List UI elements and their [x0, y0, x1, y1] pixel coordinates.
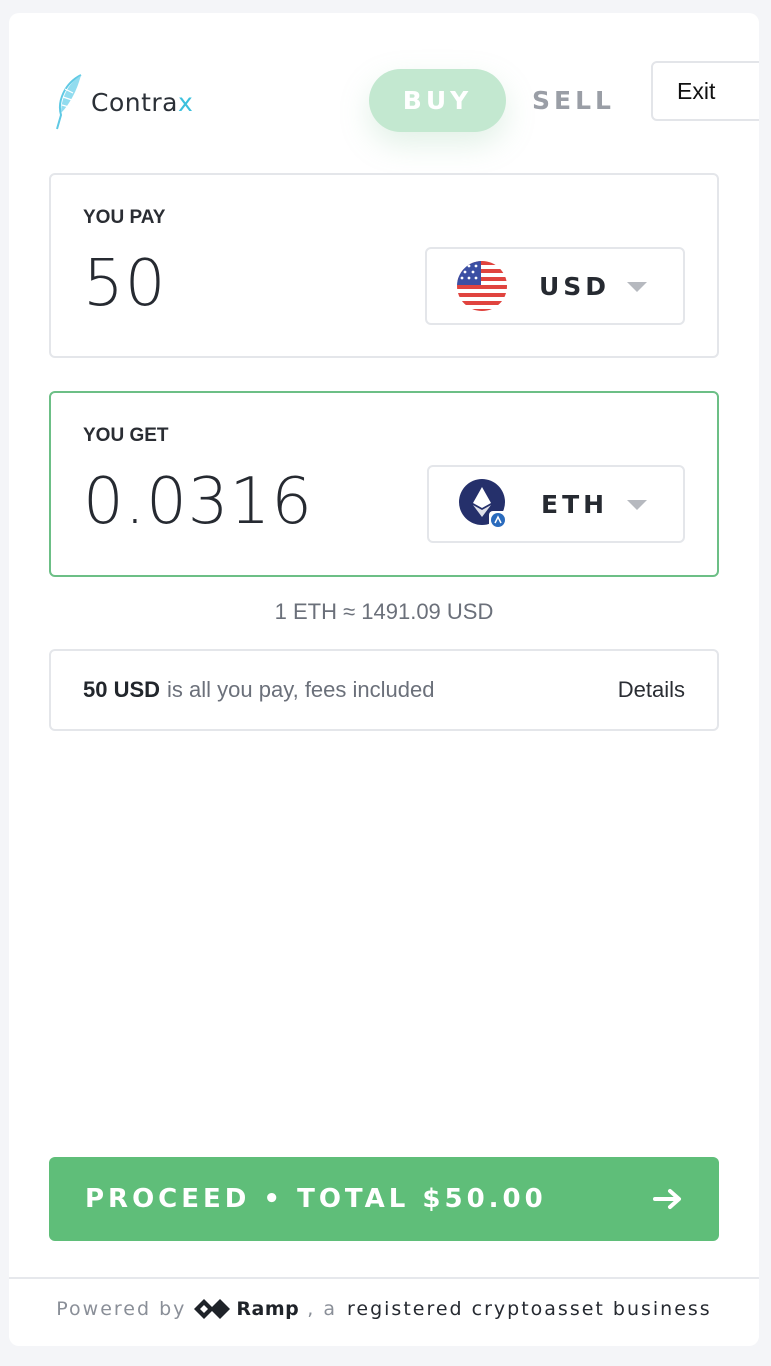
footer-connector: , a — [307, 1298, 337, 1320]
us-flag-icon — [457, 261, 507, 311]
exit-button[interactable]: Exit — [651, 61, 759, 121]
fees-summary: 50 USD is all you pay, fees included Det… — [49, 649, 719, 731]
get-currency-select[interactable]: ETH — [427, 465, 685, 543]
powered-by-text: Powered by — [56, 1298, 187, 1320]
you-get-box: YOU GET ETH — [49, 391, 719, 577]
ramp-brand: Ramp — [236, 1298, 300, 1320]
powered-by-footer: Powered by Ramp , a registered cryptoass… — [9, 1297, 759, 1321]
chevron-down-icon — [627, 282, 647, 292]
fees-description: is all you pay, fees included — [167, 677, 435, 702]
proceed-button[interactable]: PROCEED • TOTAL $50.00 — [49, 1157, 719, 1241]
arrow-right-icon — [653, 1188, 683, 1210]
details-link[interactable]: Details — [618, 677, 685, 703]
ethereum-icon — [459, 479, 509, 529]
get-currency-code: ETH — [541, 489, 609, 519]
pay-currency-code: USD — [539, 271, 611, 301]
pay-currency-select[interactable]: USD — [425, 247, 685, 325]
buy-tab[interactable]: BUY — [369, 69, 506, 132]
proceed-label: PROCEED • TOTAL $50.00 — [85, 1184, 547, 1214]
you-get-label: YOU GET — [83, 425, 169, 446]
contrax-logo: Contrax — [51, 72, 193, 132]
sell-tab[interactable]: SELL — [532, 69, 615, 132]
you-pay-box: YOU PAY USD — [49, 173, 719, 358]
footer-suffix: registered cryptoasset business — [347, 1298, 712, 1320]
footer-divider — [9, 1277, 759, 1279]
exchange-rate: 1 ETH ≈ 1491.09 USD — [274, 599, 494, 624]
get-amount-input[interactable] — [83, 465, 403, 539]
ramp-logo-icon: Ramp — [194, 1297, 299, 1321]
feather-icon — [56, 74, 82, 130]
logo-wordmark: Contrax — [91, 87, 194, 117]
widget-card: Contrax BUY SELL Exit YOU PAY 50 USD YOU… — [9, 13, 759, 1346]
pay-amount-input[interactable] — [83, 247, 403, 321]
fees-amount: 50 USD — [83, 677, 161, 702]
you-pay-label: YOU PAY — [83, 207, 166, 228]
chevron-down-icon — [627, 500, 647, 510]
